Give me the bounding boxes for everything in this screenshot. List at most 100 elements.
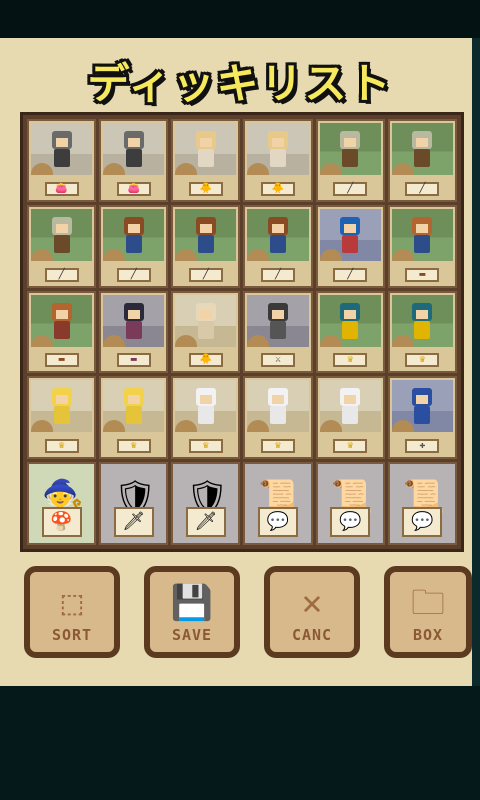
slot-type-icon: ╱ <box>116 267 151 282</box>
slot-background <box>175 123 237 175</box>
slot-background <box>31 294 93 347</box>
save-button-label: SAVE <box>171 626 213 644</box>
slot-background <box>319 294 381 347</box>
character-sprite-icon <box>121 388 147 428</box>
character-slot[interactable]: ╱ <box>387 119 457 202</box>
slot-type-icon: 👛 <box>116 181 151 196</box>
slot-background <box>103 294 165 347</box>
character-slot[interactable]: ✚ <box>387 376 457 460</box>
character-slot[interactable]: ╱ <box>315 204 385 288</box>
character-sprite-icon <box>409 131 435 171</box>
character-sprite-icon <box>193 388 219 428</box>
character-slot[interactable]: ╱ <box>171 204 241 288</box>
slot-type-icon: ♛ <box>261 439 296 454</box>
character-sprite-icon <box>409 302 435 343</box>
character-sprite-icon <box>121 131 147 171</box>
sort-button[interactable]: ⬚ SORT <box>24 566 120 658</box>
item-slot[interactable]: 📜 💬 <box>243 462 313 545</box>
character-sprite-icon <box>265 216 291 257</box>
character-sprite-icon <box>265 388 291 428</box>
character-sprite-icon <box>49 302 75 343</box>
character-slot[interactable]: ♛ <box>27 376 97 460</box>
slot-background <box>247 380 309 433</box>
character-slot[interactable]: ╱ <box>243 204 313 288</box>
character-sprite-icon <box>193 131 219 171</box>
slot-type-icon: 🐥 <box>188 353 223 368</box>
item-slot[interactable]: 🛡 🗡 <box>171 462 241 545</box>
slot-background <box>103 123 165 175</box>
slot-background <box>175 294 237 347</box>
slot-background <box>103 208 165 261</box>
slot-background <box>247 294 309 347</box>
save-button[interactable]: 💾 SAVE <box>144 566 240 658</box>
slot-type-icon: ▬ <box>405 267 440 282</box>
character-slot[interactable]: ♛ <box>243 376 313 460</box>
character-sprite-icon <box>49 216 75 257</box>
status-bar <box>0 0 480 38</box>
character-sprite-icon <box>337 302 363 343</box>
character-sprite-icon <box>49 131 75 171</box>
slot-background <box>391 380 453 433</box>
character-slot[interactable]: ♛ <box>99 376 169 460</box>
character-slot[interactable]: 🐥 <box>243 119 313 202</box>
cancel-icon: ✕ <box>301 583 323 623</box>
slot-background <box>31 123 93 175</box>
character-slot[interactable]: ▬ <box>99 290 169 374</box>
slot-background <box>31 380 93 433</box>
item-slot[interactable]: 📜 💬 <box>315 462 385 545</box>
character-sprite-icon <box>121 216 147 257</box>
character-sprite-icon <box>265 302 291 343</box>
character-sprite-icon <box>121 302 147 343</box>
character-slot[interactable]: ╱ <box>27 204 97 288</box>
slot-type-icon: 🐥 <box>261 181 296 196</box>
character-slot[interactable]: 👛 <box>99 119 169 202</box>
page-title: ディッキリスト <box>87 59 393 108</box>
box-button-label: BOX <box>412 626 444 644</box>
item-type-icon: 🗡 <box>185 507 226 537</box>
slot-type-icon: ╱ <box>188 267 223 282</box>
slot-background <box>319 208 381 261</box>
slot-type-icon: ♛ <box>188 439 223 454</box>
slot-background <box>103 380 165 433</box>
slot-type-icon: ╱ <box>333 181 368 196</box>
box-button[interactable]: 🗀 BOX <box>384 566 472 658</box>
character-slot[interactable]: ♛ <box>387 290 457 374</box>
slot-type-icon: ╱ <box>405 181 440 196</box>
slot-type-icon: ♛ <box>116 439 151 454</box>
character-slot[interactable]: ⚔ <box>243 290 313 374</box>
item-slot[interactable]: 🧙 🍄 <box>27 462 97 545</box>
slot-background <box>319 123 381 175</box>
character-slot[interactable]: 👛 <box>27 119 97 202</box>
character-slot[interactable]: ╱ <box>99 204 169 288</box>
character-sprite-icon <box>409 216 435 257</box>
character-sprite-icon <box>337 216 363 257</box>
item-slot[interactable]: 🛡 🗡 <box>99 462 169 545</box>
slot-type-icon: 👛 <box>44 181 79 196</box>
character-slot[interactable]: 🐥 <box>171 290 241 374</box>
slot-background <box>31 208 93 261</box>
item-type-icon: 💬 <box>258 507 299 537</box>
character-sprite-icon <box>193 302 219 343</box>
cancel-button-label: CANC <box>291 626 333 644</box>
slot-background <box>175 208 237 261</box>
item-slot[interactable]: 📜 💬 <box>387 462 457 545</box>
character-slot[interactable]: 🐥 <box>171 119 241 202</box>
slot-type-icon: ▬ <box>116 353 151 368</box>
slot-type-icon: 🐥 <box>188 181 223 196</box>
bottom-bar <box>0 686 480 800</box>
save-icon: 💾 <box>170 583 214 623</box>
item-type-icon: 💬 <box>402 507 443 537</box>
character-slot[interactable]: ♛ <box>315 290 385 374</box>
character-sprite-icon <box>337 388 363 428</box>
character-slot[interactable]: ▬ <box>27 290 97 374</box>
character-slot[interactable]: ╱ <box>315 119 385 202</box>
character-slot[interactable]: ♛ <box>171 376 241 460</box>
character-slot[interactable]: ▬ <box>387 204 457 288</box>
item-type-icon: 💬 <box>330 507 371 537</box>
cancel-button[interactable]: ✕ CANC <box>264 566 360 658</box>
character-slot[interactable]: ♛ <box>315 376 385 460</box>
slot-background <box>391 294 453 347</box>
slot-type-icon: ╱ <box>261 267 296 282</box>
slot-background <box>247 208 309 261</box>
slot-type-icon: ♛ <box>333 353 368 368</box>
